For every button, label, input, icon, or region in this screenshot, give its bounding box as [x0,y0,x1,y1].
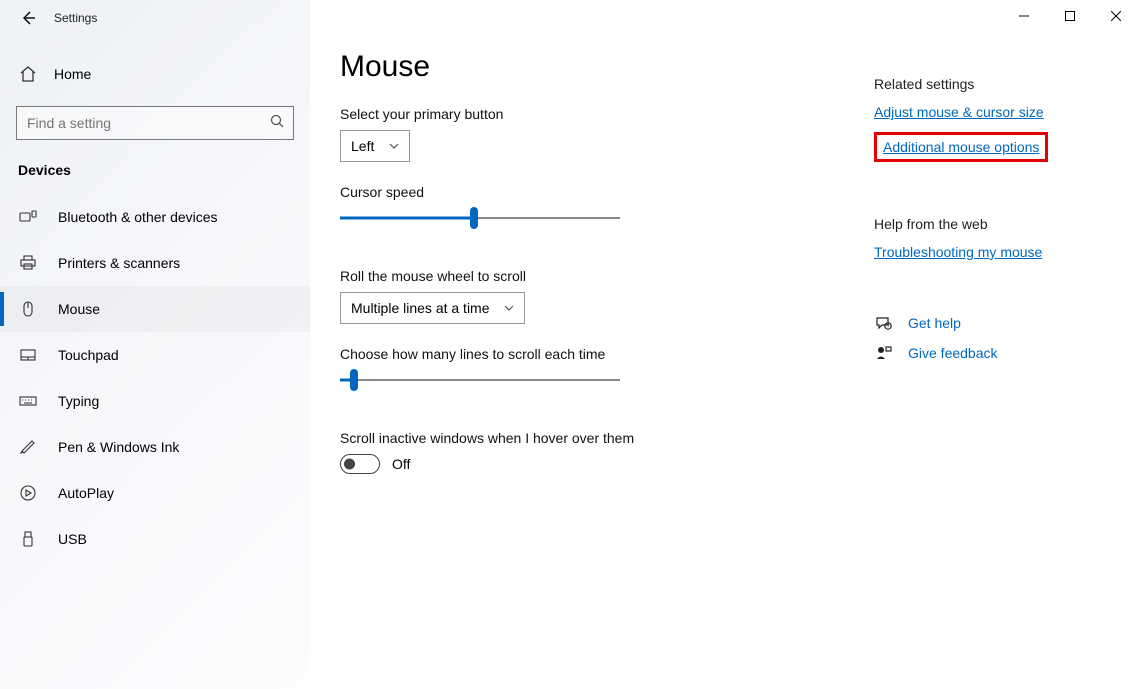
inactive-label: Scroll inactive windows when I hover ove… [340,430,860,446]
home-icon [18,65,38,83]
slider-fill [340,217,474,220]
link-get-help[interactable]: Get help [908,315,961,331]
page-title: Mouse [340,50,860,84]
svg-text:?: ? [887,324,890,330]
content-column: Mouse Select your primary button Left Cu… [340,50,860,689]
chevron-down-icon [389,138,399,154]
sidebar-item-label: Mouse [58,301,100,317]
sidebar-item-label: Bluetooth & other devices [58,209,218,225]
chevron-down-icon [504,300,514,316]
sidebar-item-label: Pen & Windows Ink [58,439,179,455]
link-additional-mouse-options[interactable]: Additional mouse options [883,139,1039,155]
slider-thumb[interactable] [350,369,358,391]
slider-track [340,379,620,381]
sidebar-item-pen[interactable]: Pen & Windows Ink [0,424,310,470]
sidebar-item-printers[interactable]: Printers & scanners [0,240,310,286]
side-column: Related settings Adjust mouse & cursor s… [860,50,1109,689]
primary-button-select[interactable]: Left [340,130,410,162]
cursor-speed-label: Cursor speed [340,184,860,200]
chat-icon: ? [874,314,894,332]
related-settings-block: Related settings Adjust mouse & cursor s… [874,76,1109,176]
sidebar: Settings Home Devices Bluetooth & oth [0,0,310,689]
wheel-scroll-select[interactable]: Multiple lines at a time [340,292,525,324]
primary-button-value: Left [351,138,374,154]
search-row [16,106,294,140]
give-feedback-row[interactable]: Give feedback [874,344,1109,362]
autoplay-icon [18,484,38,502]
sidebar-item-label: Touchpad [58,347,119,363]
pen-icon [18,438,38,456]
main-area: Mouse Select your primary button Left Cu… [310,0,1139,689]
keyboard-icon [18,392,38,410]
sidebar-item-label: Printers & scanners [58,255,180,271]
sidebar-item-typing[interactable]: Typing [0,378,310,424]
sidebar-item-label: Typing [58,393,99,409]
sidebar-item-usb[interactable]: USB [0,516,310,562]
wheel-scroll-label: Roll the mouse wheel to scroll [340,268,860,284]
sidebar-item-home[interactable]: Home [0,54,310,94]
touchpad-icon [18,346,38,364]
inactive-state: Off [392,456,410,472]
category-title: Devices [0,140,310,184]
link-troubleshoot-mouse[interactable]: Troubleshooting my mouse [874,244,1042,260]
close-button[interactable] [1093,0,1139,32]
slider-thumb[interactable] [470,207,478,229]
highlight-additional-mouse-options: Additional mouse options [874,132,1048,162]
search-icon [270,114,285,132]
usb-icon [18,530,38,548]
lines-each-label: Choose how many lines to scroll each tim… [340,346,860,362]
printer-icon [18,254,38,272]
settings-window: Settings Home Devices Bluetooth & oth [0,0,1139,689]
bluetooth-icon [18,208,38,226]
sidebar-item-autoplay[interactable]: AutoPlay [0,470,310,516]
search-input[interactable] [25,114,270,132]
window-controls [1001,0,1139,32]
back-button[interactable] [8,0,48,36]
maximize-button[interactable] [1047,0,1093,32]
sidebar-item-touchpad[interactable]: Touchpad [0,332,310,378]
cursor-speed-slider[interactable] [340,208,620,228]
link-adjust-mouse-cursor-size[interactable]: Adjust mouse & cursor size [874,104,1044,120]
primary-button-label: Select your primary button [340,106,860,122]
app-title: Settings [54,11,97,25]
minimize-button[interactable] [1001,0,1047,32]
related-heading: Related settings [874,76,1109,92]
search-box[interactable] [16,106,294,140]
lines-each-slider[interactable] [340,370,620,390]
sidebar-item-label: AutoPlay [58,485,114,501]
sidebar-item-label: USB [58,531,87,547]
sidebar-item-mouse[interactable]: Mouse [0,286,310,332]
feedback-icon [874,344,894,362]
help-heading: Help from the web [874,216,1109,232]
nav-list: Bluetooth & other devices Printers & sca… [0,194,310,562]
inactive-toggle-row: Off [340,454,860,474]
titlebar: Settings [0,0,310,36]
wheel-scroll-value: Multiple lines at a time [351,300,490,316]
get-help-row[interactable]: ? Get help [874,314,1109,332]
sidebar-item-bluetooth[interactable]: Bluetooth & other devices [0,194,310,240]
link-give-feedback[interactable]: Give feedback [908,345,998,361]
help-from-web-block: Help from the web Troubleshooting my mou… [874,216,1109,274]
mouse-icon [18,300,38,318]
home-label: Home [54,66,91,82]
inactive-toggle[interactable] [340,454,380,474]
support-links: ? Get help Give feedback [874,314,1109,362]
